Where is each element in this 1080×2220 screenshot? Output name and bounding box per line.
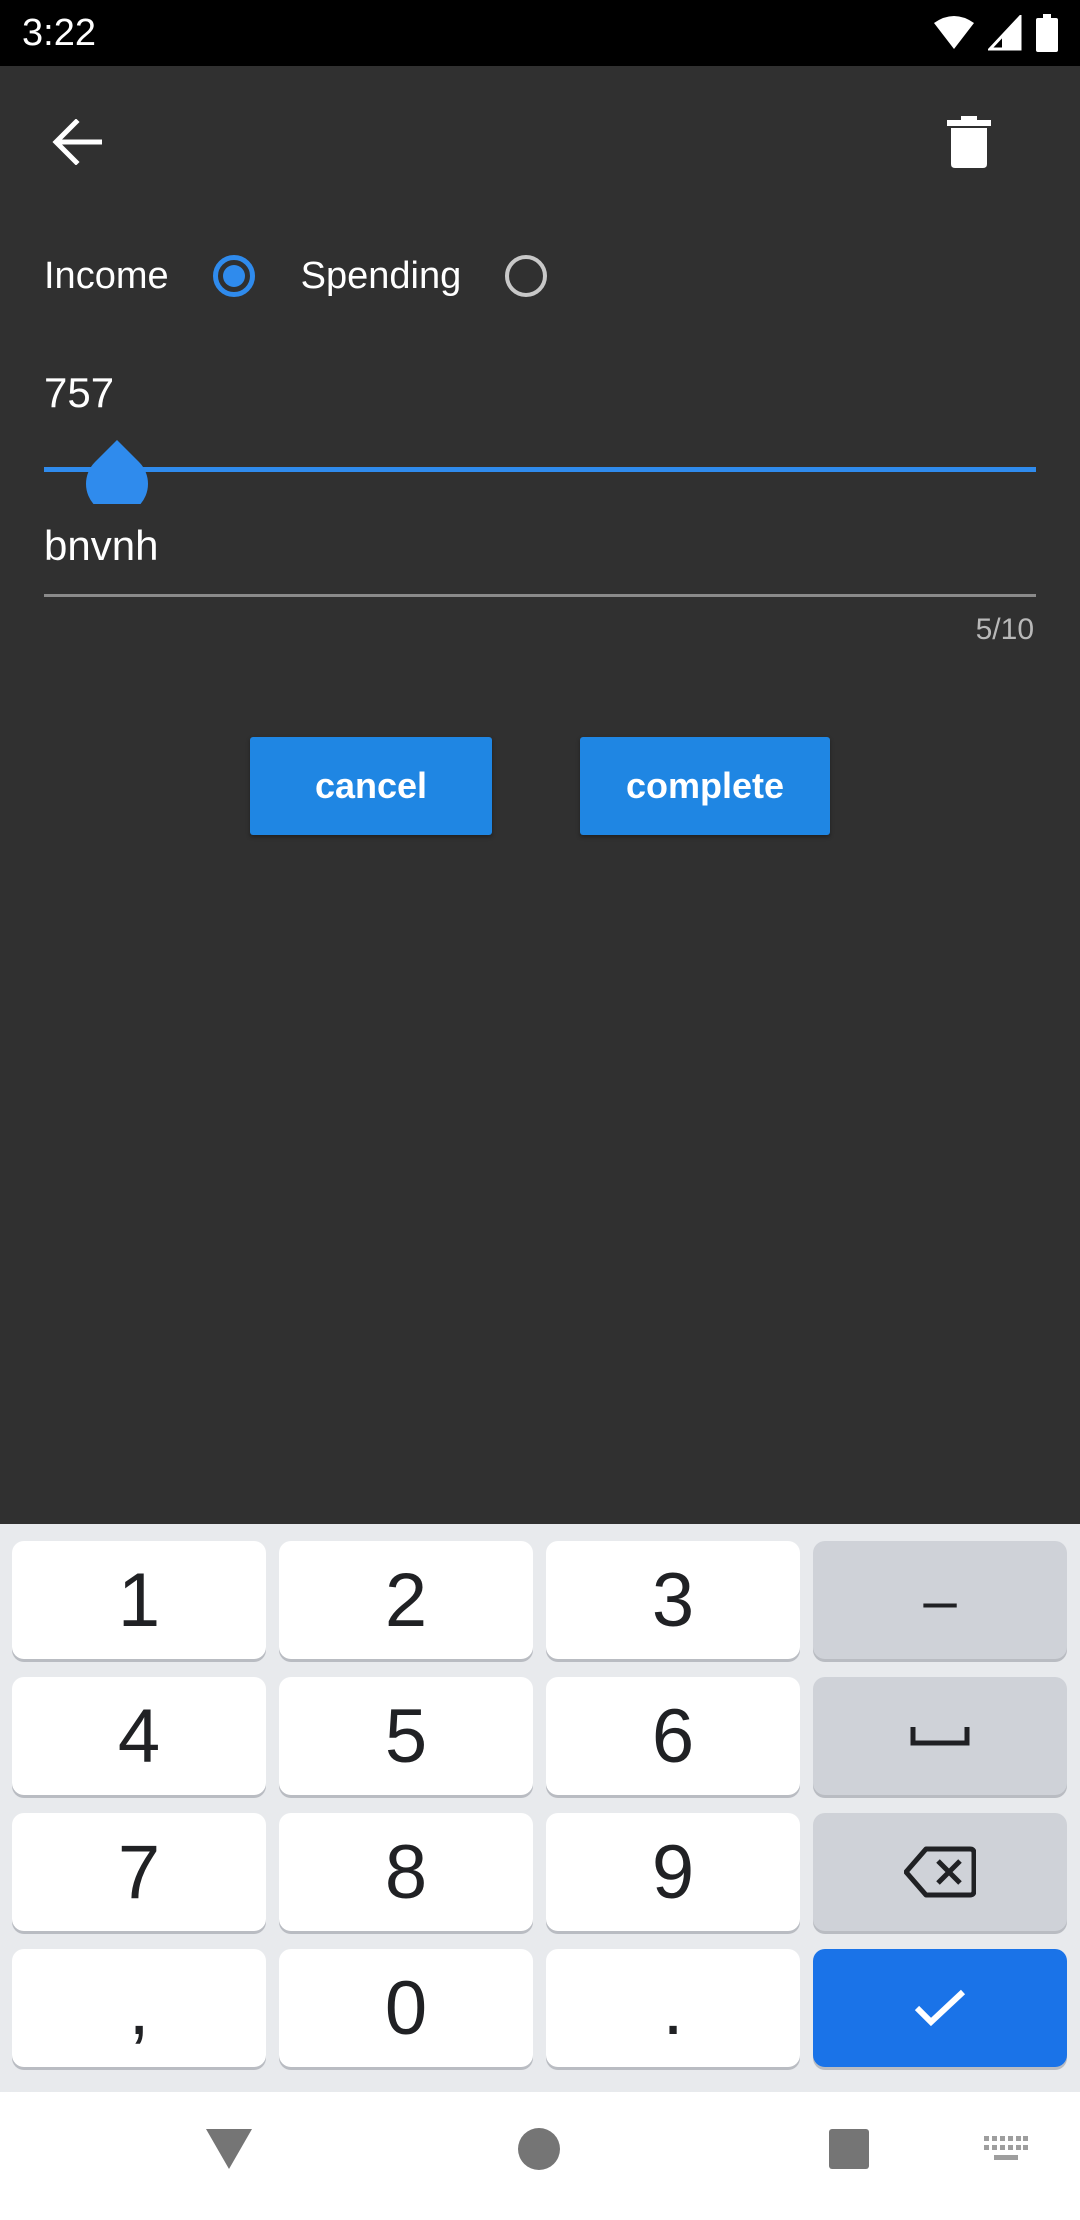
status-time: 3:22	[22, 12, 96, 54]
cancel-button[interactable]: cancel	[250, 737, 492, 835]
cellular-signal-icon	[988, 15, 1022, 51]
wifi-icon	[934, 16, 974, 49]
spending-radio[interactable]	[505, 255, 548, 297]
enter-key[interactable]	[813, 1949, 1067, 2067]
nav-recents-button[interactable]	[816, 2116, 882, 2182]
status-bar: 3:22	[0, 0, 1080, 66]
key-0[interactable]: 0	[279, 1949, 533, 2067]
key-5[interactable]: 5	[279, 1677, 533, 1795]
key-period[interactable]: .	[546, 1949, 800, 2067]
character-counter: 5/10	[975, 613, 1034, 646]
delete-button[interactable]	[924, 97, 1014, 187]
slider-track	[44, 467, 1036, 472]
key-1[interactable]: 1	[12, 1541, 266, 1659]
space-icon	[910, 1727, 970, 1746]
key-3[interactable]: 3	[546, 1541, 800, 1659]
amount-value: 757	[44, 369, 115, 416]
complete-button[interactable]: complete	[580, 737, 830, 835]
check-icon	[914, 1989, 966, 2027]
slider-thumb[interactable]	[85, 440, 149, 504]
note-input[interactable]: bnvnh	[44, 498, 1036, 597]
key-minus[interactable]: –	[813, 1541, 1067, 1659]
key-2[interactable]: 2	[279, 1541, 533, 1659]
nav-recents-icon	[829, 2129, 869, 2169]
minus-label: –	[923, 1566, 957, 1634]
spending-label: Spending	[300, 255, 462, 297]
type-radio-group: Income Spending	[44, 236, 548, 316]
key-6[interactable]: 6	[546, 1677, 800, 1795]
nav-home-button[interactable]	[506, 2116, 572, 2182]
backspace-icon	[904, 1846, 976, 1898]
trash-icon	[947, 116, 991, 168]
keyboard-icon	[984, 2136, 1028, 2160]
keyboard-switch-button[interactable]	[976, 2122, 1036, 2178]
nav-back-button[interactable]	[196, 2116, 262, 2182]
key-9[interactable]: 9	[546, 1813, 800, 1931]
key-8[interactable]: 8	[279, 1813, 533, 1931]
numeric-keyboard: 1 2 3 – 4 5 6 7 8 9 , 0 .	[0, 1524, 1080, 2092]
income-label: Income	[44, 255, 169, 297]
back-button[interactable]	[32, 97, 122, 187]
nav-back-icon	[206, 2129, 252, 2169]
key-comma[interactable]: ,	[12, 1949, 266, 2067]
space-key[interactable]	[813, 1677, 1067, 1795]
backspace-key[interactable]	[813, 1813, 1067, 1931]
key-4[interactable]: 4	[12, 1677, 266, 1795]
income-radio[interactable]	[212, 255, 255, 297]
key-7[interactable]: 7	[12, 1813, 266, 1931]
arrow-left-icon	[52, 119, 102, 165]
status-icons	[934, 13, 1058, 53]
system-navigation-bar	[0, 2092, 1080, 2220]
nav-home-icon	[518, 2128, 560, 2170]
battery-icon	[1036, 14, 1058, 52]
amount-slider[interactable]	[44, 440, 1036, 504]
